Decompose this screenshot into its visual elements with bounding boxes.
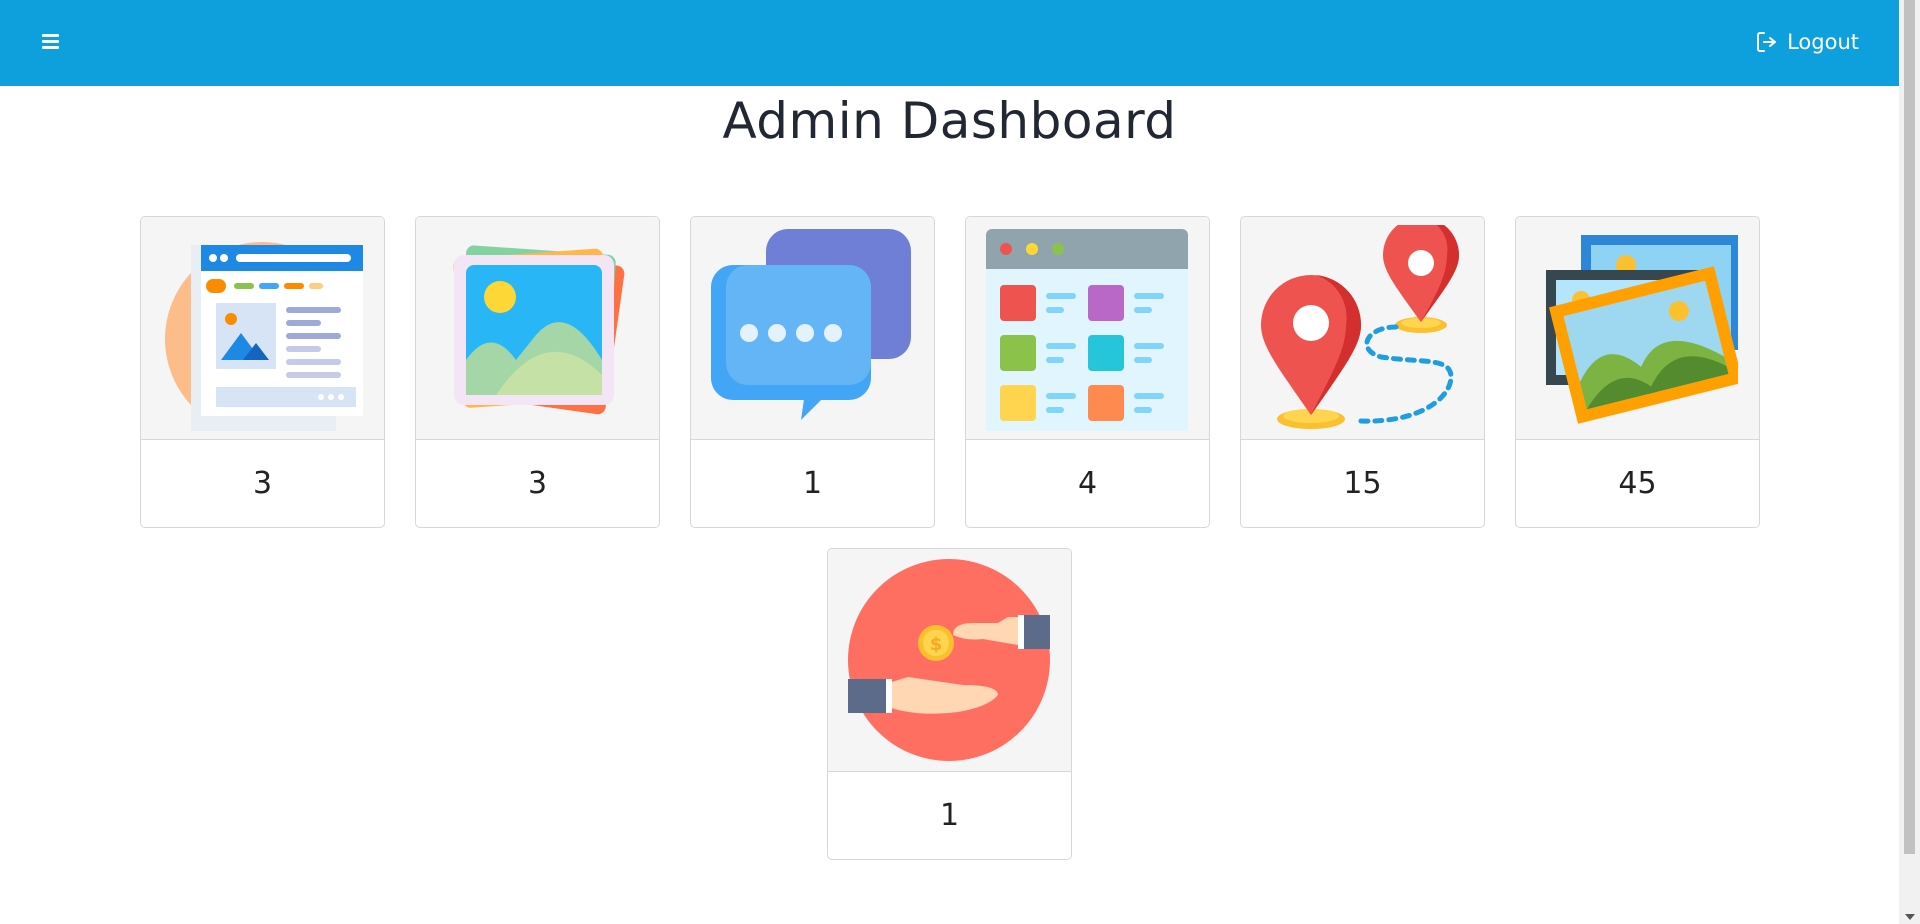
- card-count: 3: [252, 466, 273, 501]
- scroll-down-arrow-icon[interactable]: [1905, 914, 1915, 920]
- dashboard-card-pages[interactable]: 3: [140, 216, 385, 528]
- dashboard-card-gallery[interactable]: 3: [415, 216, 660, 528]
- card-count: 15: [1343, 466, 1382, 501]
- dashboard-card-messages[interactable]: 1: [690, 216, 935, 528]
- logout-button[interactable]: Logout: [1755, 27, 1859, 57]
- card-count: 1: [802, 466, 823, 501]
- chat-bubbles-icon: [711, 229, 911, 420]
- page-title: Admin Dashboard: [722, 92, 1177, 150]
- card-image: [1241, 217, 1484, 440]
- card-count: 45: [1618, 466, 1657, 501]
- card-count: 1: [939, 798, 960, 833]
- card-image: [691, 217, 934, 440]
- card-count: 4: [1077, 466, 1098, 501]
- top-navbar: Logout: [0, 0, 1899, 86]
- vertical-scrollbar[interactable]: [1899, 0, 1920, 924]
- dashboard-card-categories[interactable]: 4: [965, 216, 1210, 528]
- coin-payment-hands-icon: $: [848, 559, 1050, 761]
- dashboard-card-locations[interactable]: 15: [1240, 216, 1485, 528]
- svg-text:$: $: [930, 634, 943, 655]
- card-image: [966, 217, 1209, 440]
- card-image: [141, 217, 384, 440]
- framed-pictures-icon: [1546, 235, 1738, 424]
- card-image: [416, 217, 659, 440]
- logout-icon: [1757, 32, 1777, 52]
- web-page-icon: [165, 242, 363, 431]
- card-image: [1516, 217, 1759, 440]
- hamburger-menu-icon[interactable]: [38, 29, 64, 55]
- dashboard-card-payments[interactable]: $ 1: [827, 548, 1072, 860]
- logout-label: Logout: [1787, 30, 1859, 54]
- card-count: 3: [527, 466, 548, 501]
- image-gallery-icon: [453, 245, 625, 415]
- app-grid-window-icon: [986, 229, 1188, 431]
- card-image: $: [828, 549, 1071, 772]
- map-route-pins-icon: [1261, 225, 1459, 429]
- dashboard-card-photos[interactable]: 45: [1515, 216, 1760, 528]
- admin-dashboard-page: Logout Admin Dashboard 3 3 1 4 15 45 $ 1: [0, 0, 1920, 924]
- scrollbar-thumb[interactable]: [1904, 0, 1915, 854]
